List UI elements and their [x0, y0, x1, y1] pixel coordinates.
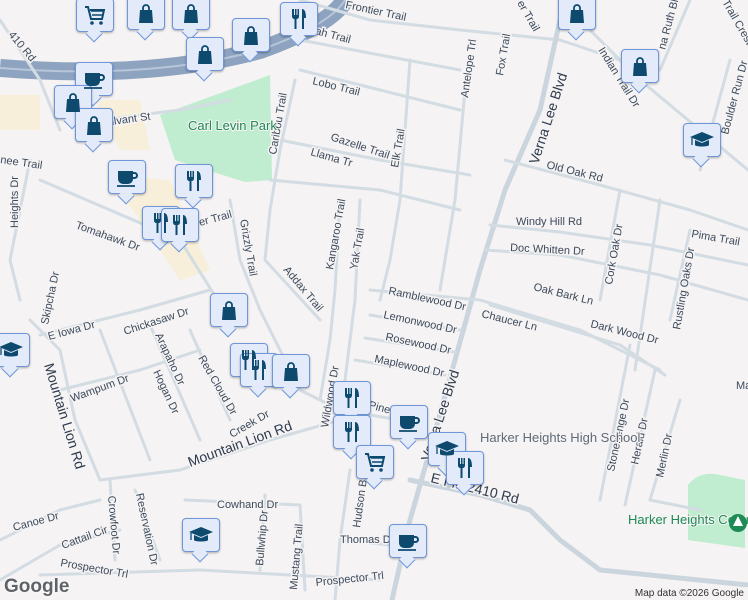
shopping-bag-icon	[198, 45, 212, 64]
shopping-bag-marker[interactable]	[186, 37, 224, 71]
road-label: Tomahawk Dr	[74, 220, 142, 254]
map-attribution[interactable]: Map data ©2026 Google	[630, 587, 748, 600]
road-label: Doc Whitten Dr	[510, 242, 585, 258]
shopping-cart-icon	[85, 6, 106, 25]
restaurant-icon	[187, 171, 201, 191]
restaurant-marker[interactable]	[333, 415, 371, 449]
road-label: Addax Trail	[281, 264, 326, 314]
restaurant-icon	[252, 360, 266, 380]
road-label: Boulder Run Dr	[719, 59, 748, 136]
road-label: Prospector Trl	[315, 570, 384, 589]
shopping-bag-marker[interactable]	[172, 0, 210, 30]
community-park-area	[688, 473, 745, 548]
school-icon	[189, 527, 213, 542]
park-label: Carl Levin Park	[188, 118, 277, 133]
poi-label: Harker Heights High School	[480, 430, 641, 445]
road-label: Skipcha Dr	[39, 270, 62, 325]
shopping-bag-marker[interactable]	[210, 293, 248, 327]
road-label: Rustling Oaks Dr	[671, 246, 697, 330]
shopping-bag-icon	[222, 301, 236, 320]
coffee-icon	[399, 416, 420, 432]
road-label: Prospector Trl	[59, 557, 129, 581]
road-label: Antelope Trl	[459, 39, 479, 99]
restaurant-marker[interactable]	[175, 164, 213, 198]
restaurant-marker[interactable]	[333, 381, 371, 415]
road-label: Yak Trail	[348, 227, 367, 270]
road-label: Dark Wood Dr	[589, 318, 660, 347]
road-label: Fox Trail	[494, 33, 513, 77]
shopping-bag-marker[interactable]	[621, 49, 659, 83]
road-label: Old Oak Rd	[545, 159, 604, 185]
shopping-cart-marker[interactable]	[356, 445, 394, 479]
restaurant-marker[interactable]	[446, 451, 484, 485]
shopping-bag-marker[interactable]	[232, 18, 270, 52]
road-label: Bullwhip Dr	[254, 509, 271, 566]
shopping-bag-marker[interactable]	[127, 0, 165, 30]
coffee-icon	[398, 535, 419, 551]
road-label: Grizzly Trail	[237, 218, 259, 277]
restaurant-icon	[173, 215, 187, 235]
shopping-bag-icon	[87, 116, 101, 135]
school-icon	[0, 342, 23, 357]
road-label: Cork Oak Dr	[603, 223, 625, 286]
road-label: Canoe Dr	[12, 510, 61, 534]
shopping-bag-icon	[139, 4, 153, 23]
shopping-bag-marker[interactable]	[75, 108, 113, 142]
shopping-bag-icon	[244, 26, 258, 45]
road-label: Trail Crest	[719, 0, 748, 47]
shopping-bag-icon	[633, 57, 647, 76]
road-label: 410 Rd	[6, 29, 38, 64]
road-label: Windy Hill Rd	[516, 216, 582, 228]
coffee-marker[interactable]	[108, 160, 146, 194]
restaurant-icon	[292, 9, 306, 29]
shopping-cart-marker[interactable]	[76, 0, 114, 32]
road-label: er Trail	[514, 0, 541, 34]
road-label: Kangaroo Trail	[324, 198, 348, 271]
restaurant-marker[interactable]	[280, 2, 318, 36]
road-label: Crowfoot Dr	[105, 495, 122, 555]
road-label: Ramblewood Dr	[387, 285, 467, 313]
shopping-bag-marker[interactable]	[558, 0, 596, 30]
road-label: Cattail Cir	[60, 524, 110, 552]
road-label: Cowhand Dr	[217, 499, 278, 511]
road-label: Chickasaw Dr	[122, 305, 191, 337]
road-label: Oak Bark Ln	[532, 281, 594, 307]
road-label: Maplewood Dr	[373, 353, 445, 380]
restaurant-marker[interactable]	[161, 208, 199, 242]
coffee-icon	[117, 171, 138, 187]
road-label: Reservation Dr	[133, 492, 160, 567]
road-label: nee Trail	[0, 154, 43, 172]
road-label: Ma	[736, 380, 748, 392]
shopping-bag-icon	[284, 362, 298, 381]
restaurant-icon	[345, 388, 359, 408]
school-marker[interactable]	[683, 123, 721, 157]
restaurant-icon	[458, 458, 472, 478]
road-label: E Iowa Dr	[47, 319, 97, 343]
coffee-marker[interactable]	[389, 524, 427, 558]
road-label: er Trail	[198, 209, 234, 229]
coffee-marker[interactable]	[390, 405, 428, 439]
road-label: Heights Dr	[9, 176, 21, 228]
shopping-cart-icon	[365, 453, 386, 472]
school-marker[interactable]	[0, 333, 30, 367]
road-label: Thomas Dr	[340, 534, 395, 546]
restaurant-icon	[345, 422, 359, 442]
shopping-bag-marker[interactable]	[272, 354, 310, 388]
school-marker[interactable]	[182, 518, 220, 552]
google-logo[interactable]: Google	[4, 576, 69, 598]
shopping-bag-icon	[184, 4, 198, 23]
road-label: Rosewood Dr	[384, 331, 452, 357]
road-label: Merlin Dr	[654, 432, 675, 478]
road-label: Pima Trail	[690, 228, 740, 248]
school-icon	[690, 132, 714, 147]
shopping-bag-icon	[570, 4, 584, 23]
